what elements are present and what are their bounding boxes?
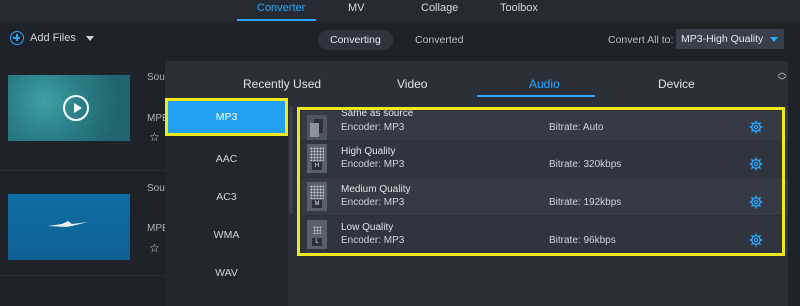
- preset-encoder: Encoder: MP3: [341, 122, 405, 133]
- preset-row-medium-quality[interactable]: M Medium Quality Encoder: MP3 Bitrate: 1…: [301, 178, 788, 215]
- convert-all-select[interactable]: MP3-High Quality: [676, 29, 784, 49]
- tab-toolbox[interactable]: Toolbox: [500, 2, 538, 14]
- add-files-button[interactable]: Add Files: [10, 31, 94, 45]
- bird-image: [48, 221, 88, 227]
- format-item-wma[interactable]: WMA: [165, 216, 288, 254]
- converted-tab[interactable]: Converted: [403, 30, 475, 50]
- toolbar: Add Files Converting Converted Convert A…: [0, 22, 800, 59]
- active-tab-indicator: [237, 19, 316, 21]
- quality-high-icon: H: [307, 144, 327, 173]
- tab-converter[interactable]: Converter: [257, 2, 305, 14]
- tab-video[interactable]: Video: [397, 77, 427, 91]
- preset-bitrate: Bitrate: 320kbps: [549, 159, 622, 170]
- tab-recently-used[interactable]: Recently Used: [243, 77, 321, 91]
- row-divider: [0, 170, 166, 171]
- format-item-aac[interactable]: AAC: [165, 140, 288, 178]
- convert-all-value: MP3-High Quality: [681, 33, 764, 45]
- converting-tab[interactable]: Converting: [318, 30, 393, 50]
- preset-bitrate: Bitrate: 192kbps: [549, 197, 622, 208]
- tab-collage[interactable]: Collage: [421, 2, 458, 14]
- format-item-ac3[interactable]: AC3: [165, 178, 288, 216]
- quality-badge: M: [312, 200, 322, 208]
- row-divider: [0, 275, 166, 276]
- play-icon[interactable]: [63, 95, 89, 121]
- add-circle-icon: [10, 31, 24, 45]
- preset-encoder: Encoder: MP3: [341, 235, 405, 246]
- format-item-mp3[interactable]: MP3: [165, 98, 288, 136]
- quality-low-icon: L: [307, 220, 327, 249]
- preset-list: Same as source Encoder: MP3 Bitrate: Aut…: [301, 108, 788, 306]
- preset-name: Same as source: [341, 108, 414, 119]
- edit-star-icon[interactable]: ☆: [149, 130, 160, 144]
- gear-icon[interactable]: [749, 195, 763, 209]
- format-list: MP3 AAC AC3 WMA WAV: [165, 98, 288, 306]
- gear-icon[interactable]: [749, 157, 763, 171]
- chevron-down-icon[interactable]: [85, 35, 94, 41]
- preset-bitrate: Bitrate: Auto: [549, 122, 604, 133]
- preset-name: Medium Quality: [341, 184, 411, 195]
- video-thumbnail-2[interactable]: [8, 194, 130, 260]
- add-files-label: Add Files: [30, 32, 76, 44]
- preset-encoder: Encoder: MP3: [341, 197, 405, 208]
- scroll-arrows[interactable]: ︿ ﹀: [776, 68, 788, 86]
- convert-all-label: Convert All to:: [608, 34, 674, 46]
- preset-encoder: Encoder: MP3: [341, 159, 405, 170]
- preset-row-high-quality[interactable]: H High Quality Encoder: MP3 Bitrate: 320…: [301, 140, 788, 177]
- quality-badge: H: [312, 162, 322, 170]
- top-navigation: Converter MV Collage Toolbox: [0, 0, 800, 22]
- format-item-wav[interactable]: WAV: [165, 254, 288, 292]
- format-popup: Recently Used Video Audio Device ︿ ﹀ MP3…: [165, 61, 788, 306]
- chevron-down-icon[interactable]: ﹀: [776, 77, 788, 86]
- video-thumbnail-1[interactable]: [8, 75, 130, 141]
- edit-star-icon[interactable]: ☆: [149, 241, 160, 255]
- active-format-tab-indicator: [477, 95, 595, 97]
- preset-bitrate: Bitrate: 96kbps: [549, 235, 616, 246]
- tab-device[interactable]: Device: [658, 77, 695, 91]
- format-list-scrollbar[interactable]: [289, 106, 293, 214]
- tab-audio[interactable]: Audio: [529, 77, 560, 91]
- gear-icon[interactable]: [749, 233, 763, 247]
- quality-medium-icon: M: [307, 182, 327, 211]
- preset-name: High Quality: [341, 146, 396, 157]
- tab-mv[interactable]: MV: [348, 2, 365, 14]
- preset-name: Low Quality: [341, 222, 394, 233]
- file-row-source-fragment: Sou: [147, 183, 165, 194]
- select-caret-icon: [770, 37, 778, 42]
- quality-badge: L: [312, 238, 322, 246]
- gear-icon[interactable]: [749, 120, 763, 134]
- file-row-source-fragment: Sou: [147, 72, 165, 83]
- preset-row-low-quality[interactable]: L Low Quality Encoder: MP3 Bitrate: 96kb…: [301, 216, 788, 253]
- format-tabs: Recently Used Video Audio Device ︿ ﹀: [165, 61, 788, 98]
